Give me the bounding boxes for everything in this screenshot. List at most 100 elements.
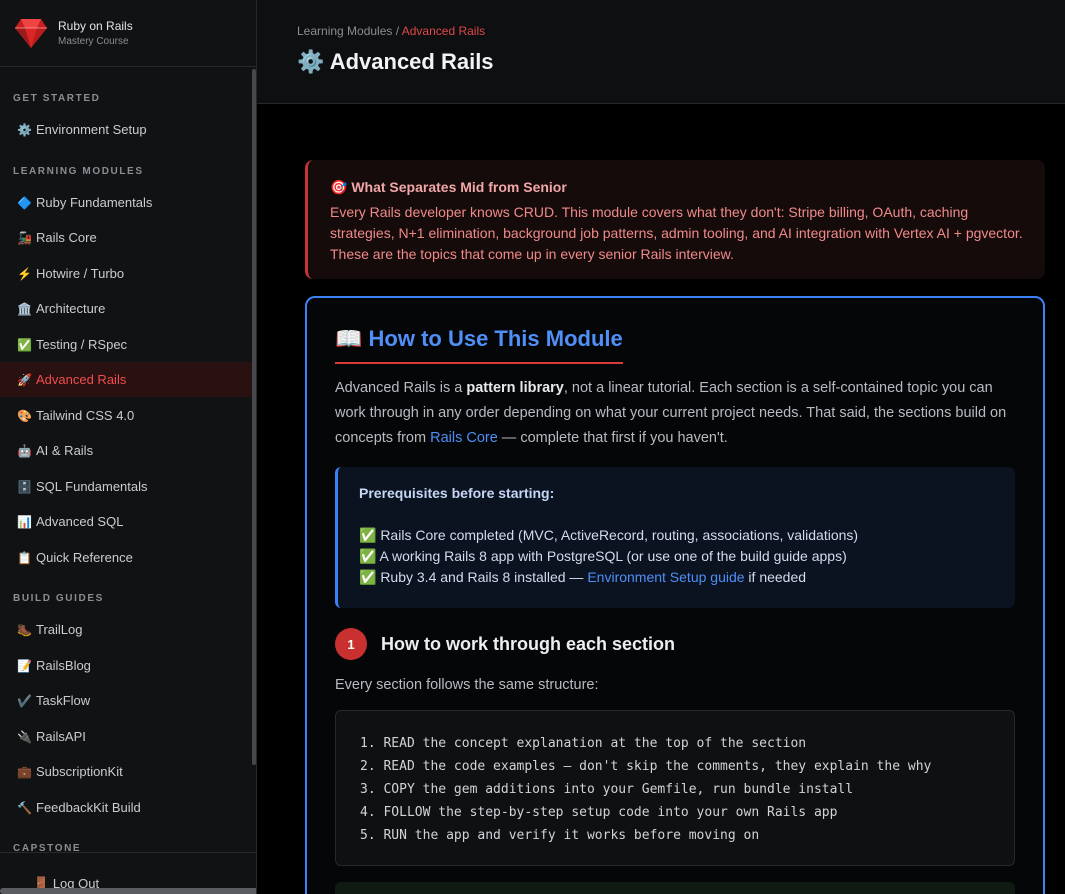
sidebar-nav: GET STARTED ⚙️ Environment Setup LEARNING…	[0, 67, 252, 852]
clipboard-icon: 📋	[17, 550, 32, 565]
breadcrumb: Learning Modules / Advanced Rails	[297, 24, 485, 38]
sidebar-item-label: Quick Reference	[36, 550, 133, 565]
breadcrumb-current: Advanced Rails	[401, 24, 486, 38]
classical-building-icon: 🏛️	[17, 301, 32, 316]
sidebar-item-label: SQL Fundamentals	[36, 479, 148, 494]
section-build-guides: BUILD GUIDES	[13, 593, 104, 604]
code-line: 1. READ the concept explanation at the t…	[360, 736, 807, 751]
lightning-icon: ⚡	[17, 266, 32, 281]
intro-text: Advanced Rails is a	[335, 380, 467, 396]
page-title-text: Advanced Rails	[329, 49, 494, 74]
sidebar-item-hotwire-turbo[interactable]: ⚡ Hotwire / Turbo	[0, 256, 252, 291]
intro-text: — complete that first if you haven't.	[497, 430, 728, 446]
intro-bold: pattern library	[466, 380, 564, 396]
breadcrumb-parent-link[interactable]: Learning Modules	[297, 24, 392, 38]
sidebar-item-label: Rails Core	[36, 230, 97, 245]
prerequisites-heading: Prerequisites before starting:	[359, 485, 555, 501]
sidebar-item-ai-rails[interactable]: 🤖 AI & Rails	[0, 433, 252, 468]
sidebar-item-label: RailsAPI	[36, 729, 86, 744]
prerequisite-item: ✅ A working Rails 8 app with PostgreSQL …	[359, 548, 847, 564]
step-text: Every section follows the same structure…	[335, 677, 599, 693]
sidebar-item-testing-rspec[interactable]: ✅ Testing / RSpec	[0, 327, 252, 362]
prerequisite-text: ✅ Ruby 3.4 and Rails 8 installed —	[359, 569, 588, 585]
sidebar-item-feedbackkit[interactable]: 🔨 FeedbackKit Build	[0, 790, 252, 825]
rocket-icon: 🚀	[17, 372, 32, 387]
sidebar-item-advanced-sql[interactable]: 📊 Advanced SQL	[0, 504, 252, 539]
prerequisite-text: if needed	[744, 569, 807, 585]
hammer-icon: 🔨	[17, 800, 32, 815]
module-heading-text: How to Use This Module	[368, 326, 623, 351]
open-book-icon: 📖	[335, 326, 363, 351]
diamond-icon: 🔷	[17, 195, 32, 210]
sidebar-item-label: Architecture	[36, 301, 106, 316]
bar-chart-icon: 📊	[17, 514, 32, 529]
prerequisites-box: Prerequisites before starting: ✅ Rails C…	[335, 467, 1015, 608]
sidebar-item-label: Hotwire / Turbo	[36, 266, 125, 281]
sidebar-item-label: FeedbackKit Build	[36, 800, 141, 815]
sidebar-item-label: SubscriptionKit	[36, 764, 123, 779]
sidebar-item-environment-setup[interactable]: ⚙️ Environment Setup	[0, 112, 252, 147]
gear-icon: ⚙️	[17, 122, 32, 137]
sidebar-item-quick-reference[interactable]: 📋 Quick Reference	[0, 540, 252, 575]
sidebar-item-rails-core[interactable]: 🚂 Rails Core	[0, 220, 252, 255]
section-get-started: GET STARTED	[13, 93, 101, 104]
ruby-logo-icon	[15, 19, 47, 48]
step-number-badge: 1	[335, 628, 367, 660]
rails-core-link[interactable]: Rails Core	[430, 430, 498, 446]
sidebar-item-railsblog[interactable]: 📝 RailsBlog	[0, 648, 252, 683]
memo-icon: 📝	[17, 658, 32, 673]
briefcase-icon: 💼	[17, 764, 32, 779]
prerequisite-item: ✅ Rails Core completed (MVC, ActiveRecor…	[359, 527, 859, 543]
sidebar-item-label: Testing / RSpec	[36, 337, 128, 352]
sidebar-item-label: Environment Setup	[36, 122, 147, 137]
gear-icon: ⚙️	[297, 49, 325, 74]
sidebar-item-label: Advanced SQL	[36, 514, 124, 529]
sidebar-item-railsapi[interactable]: 🔌 RailsAPI	[0, 719, 252, 754]
brand-subtitle: Mastery Course	[58, 35, 129, 47]
sidebar-item-ruby-fundamentals[interactable]: 🔷 Ruby Fundamentals	[0, 185, 252, 220]
sidebar-item-sql-fundamentals[interactable]: 🗄️ SQL Fundamentals	[0, 469, 252, 504]
sidebar-item-label: TaskFlow	[36, 693, 91, 708]
senior-callout: 🎯 What Separates Mid from Senior Every R…	[305, 160, 1045, 279]
step-heading: 1 How to work through each section	[335, 628, 675, 660]
sidebar-item-tailwind[interactable]: 🎨 Tailwind CSS 4.0	[0, 398, 252, 433]
prerequisite-item: ✅ Ruby 3.4 and Rails 8 installed — Envir…	[359, 567, 1015, 588]
callout-body: Every Rails developer knows CRUD. This m…	[330, 204, 1023, 262]
section-learning-modules: LEARNING MODULES	[13, 166, 144, 177]
code-line: 5. RUN the app and verify it works befor…	[360, 828, 760, 843]
sidebar: Ruby on Rails Mastery Course GET STARTED…	[0, 0, 257, 894]
sidebar-item-label: Ruby Fundamentals	[36, 195, 153, 210]
code-line: 2. READ the code examples — don't skip t…	[360, 759, 932, 774]
sidebar-item-traillog[interactable]: 🥾 TrailLog	[0, 612, 252, 647]
palette-icon: 🎨	[17, 408, 32, 423]
horizontal-scrollbar[interactable]	[0, 888, 256, 894]
breadcrumb-separator: /	[392, 24, 402, 38]
sidebar-item-advanced-rails[interactable]: 🚀 Advanced Rails	[0, 362, 252, 397]
module-intro: Advanced Rails is a pattern library, not…	[335, 376, 1019, 451]
sidebar-item-architecture[interactable]: 🏛️ Architecture	[0, 291, 252, 326]
file-cabinet-icon: 🗄️	[17, 479, 32, 494]
robot-icon: 🤖	[17, 443, 32, 458]
sidebar-item-taskflow[interactable]: ✔️ TaskFlow	[0, 683, 252, 718]
sidebar-item-label: TrailLog	[36, 622, 83, 637]
sidebar-item-label: Tailwind CSS 4.0	[36, 408, 135, 423]
next-section-box	[335, 882, 1015, 894]
sidebar-item-label: Advanced Rails	[36, 372, 127, 387]
step-title: How to work through each section	[381, 633, 676, 654]
page-title: ⚙️ Advanced Rails	[297, 49, 494, 75]
code-line: 3. COPY the gem additions into your Gemf…	[360, 782, 854, 797]
sidebar-item-subscriptionkit[interactable]: 💼 SubscriptionKit	[0, 754, 252, 789]
check-mark-icon: ✅	[17, 337, 32, 352]
plug-icon: 🔌	[17, 729, 32, 744]
checkmark-icon: ✔️	[17, 693, 32, 708]
page-header: Learning Modules / Advanced Rails ⚙️ Adv…	[257, 0, 1065, 104]
train-icon: 🚂	[17, 230, 32, 245]
section-capstone: CAPSTONE	[13, 843, 82, 852]
sidebar-item-label: RailsBlog	[36, 658, 91, 673]
environment-setup-link[interactable]: Environment Setup guide	[587, 569, 744, 585]
module-heading: 📖 How to Use This Module	[335, 326, 623, 364]
sidebar-scrollbar[interactable]	[252, 69, 256, 765]
brand-title: Ruby on Rails	[58, 18, 133, 33]
code-line: 4. FOLLOW the step-by-step setup code in…	[360, 805, 838, 820]
brand[interactable]: Ruby on Rails Mastery Course	[0, 0, 256, 67]
